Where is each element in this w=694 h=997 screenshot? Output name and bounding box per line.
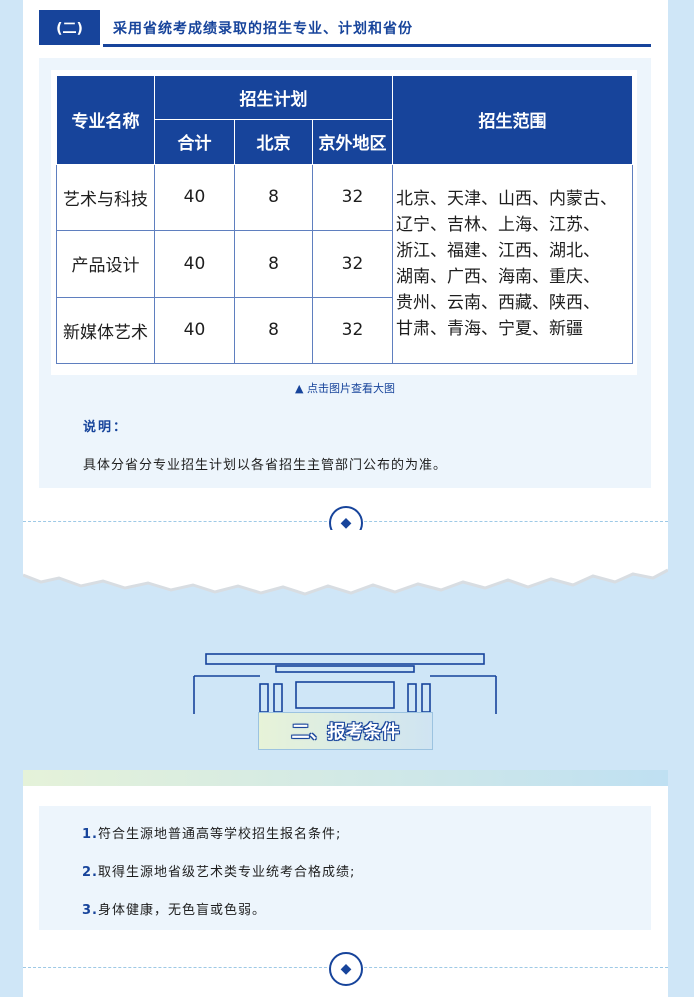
condition-number: 1.: [82, 827, 98, 842]
condition-text: 身体健康，无色盲或色弱。: [97, 903, 266, 918]
cell-beijing: 8: [234, 163, 313, 232]
cell-outside: 32: [312, 296, 393, 364]
section-title-conditions: 二、报考条件: [258, 712, 433, 750]
conditions-panel: 1.符合生源地普通高等学校招生报名条件; 2.取得生源地省级艺术类专业统考合格成…: [39, 806, 651, 930]
table-image[interactable]: 专业名称 招生计划 招生范围 合计 北京 京外地区 艺术与科技 40 8 32 …: [51, 70, 637, 375]
cell-major: 产品设计: [56, 230, 155, 298]
header-plan: 招生计划: [154, 74, 393, 121]
condition-item: 2.取得生源地省级艺术类专业统考合格成绩;: [82, 861, 355, 880]
header-beijing: 北京: [234, 119, 313, 165]
note-title: 说明：: [83, 420, 129, 435]
section-header-plan: (二) 采用省统考成绩录取的招生专业、计划和省份: [39, 10, 651, 48]
range-line: 北京、天津、山西、内蒙古、: [396, 188, 617, 209]
range-line: 辽宁、吉林、上海、江苏、: [396, 214, 600, 235]
condition-number: 3.: [82, 903, 98, 918]
cell-outside: 32: [312, 230, 393, 298]
table-container: 专业名称 招生计划 招生范围 合计 北京 京外地区 艺术与科技 40 8 32 …: [39, 58, 651, 488]
cell-outside: 32: [312, 163, 393, 232]
header-major: 专业名称: [56, 75, 155, 165]
torn-paper-edge: [23, 530, 668, 596]
condition-text: 符合生源地普通高等学校招生报名条件;: [97, 827, 342, 842]
note-body: 具体分省分专业招生计划以各省招生主管部门公布的为准。: [83, 458, 448, 473]
cell-total: 40: [154, 230, 235, 298]
cell-beijing: 8: [234, 230, 313, 298]
header-outside: 京外地区: [312, 119, 393, 165]
header-range: 招生范围: [392, 75, 633, 165]
condition-text: 取得生源地省级艺术类专业统考合格成绩;: [97, 865, 356, 880]
condition-item: 1.符合生源地普通高等学校招生报名条件;: [82, 823, 341, 842]
cell-major: 新媒体艺术: [56, 296, 155, 364]
section-title: 采用省统考成绩录取的招生专业、计划和省份: [113, 21, 413, 37]
header-total: 合计: [154, 119, 235, 165]
range-line: 浙江、福建、江西、湖北、: [396, 240, 600, 261]
plan-table: 专业名称 招生计划 招生范围 合计 北京 京外地区 艺术与科技 40 8 32 …: [56, 74, 633, 365]
condition-item: 3.身体健康，无色盲或色弱。: [82, 899, 266, 918]
school-seal-icon: ◆: [329, 952, 363, 986]
range-line: 贵州、云南、西藏、陕西、: [396, 292, 600, 313]
section-underline: [103, 44, 651, 47]
table-row: 艺术与科技 40 8 32 北京、天津、山西、内蒙古、 辽宁、吉林、上海、江苏、…: [56, 163, 633, 365]
range-line: 湖南、广西、海南、重庆、: [396, 266, 600, 287]
cell-total: 40: [154, 296, 235, 364]
view-large-image-link[interactable]: ▲ 点击图片查看大图: [39, 380, 651, 396]
range-line: 甘肃、青海、宁夏、新疆: [396, 318, 583, 339]
cell-beijing: 8: [234, 296, 313, 364]
condition-number: 2.: [82, 865, 98, 880]
cell-total: 40: [154, 163, 235, 232]
card-stripe: [23, 770, 668, 786]
gate-decoration-icon: [193, 653, 497, 714]
cell-range: 北京、天津、山西、内蒙古、 辽宁、吉林、上海、江苏、 浙江、福建、江西、湖北、 …: [392, 163, 633, 365]
cell-major: 艺术与科技: [56, 163, 155, 232]
section-badge: (二): [39, 10, 100, 45]
